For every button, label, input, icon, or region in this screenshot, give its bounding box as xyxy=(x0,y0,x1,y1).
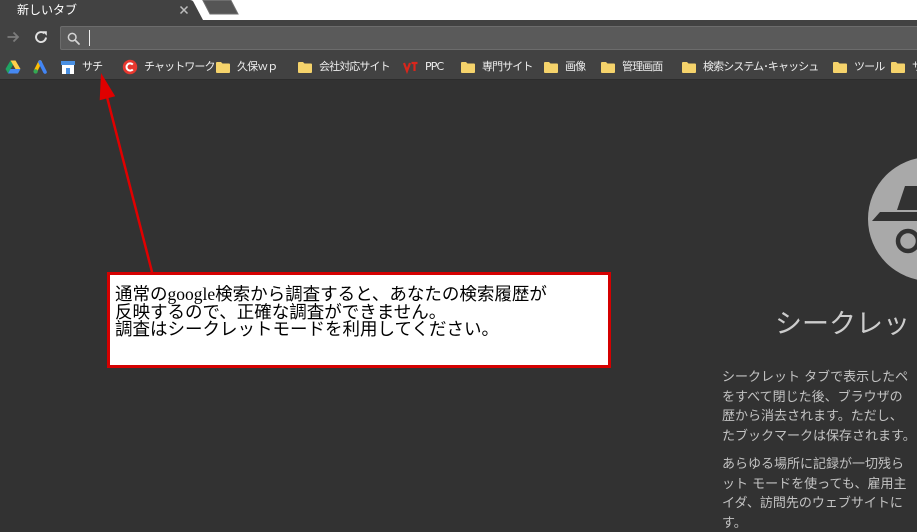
bookmarks-bar: サチ チャットワーク 久保ｗｐ 会社対応サイト PPC 専門サイト 画像 管理画… xyxy=(0,55,917,80)
bookmark-label: ツール xyxy=(854,60,885,73)
bookmark-label: 会社対応サイト xyxy=(319,60,391,73)
bookmark-google-ads[interactable] xyxy=(32,55,48,79)
tab-new-tab[interactable]: 新しいタブ xyxy=(0,0,204,20)
folder-icon xyxy=(601,62,615,73)
bookmark-label: PPC xyxy=(425,60,444,73)
google-ads-icon xyxy=(33,60,47,74)
omnibox-input[interactable] xyxy=(60,26,917,50)
incognito-paragraph: あらゆる場所に記録が一切残ら ット モードを使っても、雇用主 イダ、訪問先のウェ… xyxy=(722,455,917,532)
bookmark-label: サチ xyxy=(82,60,103,73)
bookmark-label: サ xyxy=(912,59,917,75)
bookmark-store[interactable]: サチ xyxy=(60,55,103,79)
toolbar xyxy=(0,20,917,55)
ppc-logo-icon xyxy=(403,61,418,75)
incognito-description: シークレット タブで表示したペ をすべて閉じた後、ブラウザの 歴から消去されます… xyxy=(722,368,917,532)
chatwork-icon xyxy=(122,59,138,75)
bookmark-folder-specialty-sites[interactable]: 専門サイト xyxy=(460,55,533,79)
folder-icon xyxy=(833,62,847,73)
google-drive-icon xyxy=(5,60,21,74)
folder-icon xyxy=(461,62,475,73)
bookmark-google-drive[interactable] xyxy=(5,55,21,79)
reload-icon[interactable] xyxy=(33,29,49,45)
incognito-icon xyxy=(868,158,917,280)
search-icon xyxy=(67,32,80,45)
bookmark-folder-search-system[interactable]: 検索システム･キャッシュ xyxy=(681,55,819,79)
tab-strip: 新しいタブ xyxy=(0,0,917,20)
folder-icon xyxy=(298,62,312,73)
paragraph-line: シークレット タブで表示したペ xyxy=(722,370,909,385)
forward-arrow-icon[interactable] xyxy=(5,29,21,45)
incognito-title: シークレッ xyxy=(775,309,910,340)
paragraph-line: 歴から消去されます。ただし、 xyxy=(722,409,903,424)
text-caret xyxy=(89,30,90,46)
incognito-paragraph: シークレット タブで表示したペ をすべて閉じた後、ブラウザの 歴から消去されます… xyxy=(722,368,917,446)
paragraph-line: をすべて閉じた後、ブラウザの xyxy=(722,389,903,405)
bookmark-folder-admin[interactable]: 管理画面 xyxy=(600,55,663,79)
bookmark-folder-kubo-wp[interactable]: 久保ｗｐ xyxy=(215,55,278,79)
annotation-line: 通常のgoogle検索から調査すると、あなたの検索履歴が xyxy=(115,284,547,304)
folder-icon xyxy=(544,62,558,73)
bookmark-ppc[interactable]: PPC xyxy=(403,55,444,79)
bookmark-label: 検索システム･キャッシュ xyxy=(703,60,819,73)
bookmark-folder-images[interactable]: 画像 xyxy=(543,55,586,79)
paragraph-line: ット モードを使っても、雇用主 xyxy=(722,476,907,492)
annotation-box: 通常のgoogle検索から調査すると、あなたの検索履歴が 反映するので、正確な調… xyxy=(107,272,611,368)
bookmark-label: 専門サイト xyxy=(482,60,533,73)
bookmark-label: 画像 xyxy=(565,60,586,73)
close-icon[interactable] xyxy=(177,3,191,17)
bookmark-label: 久保ｗｐ xyxy=(237,60,278,73)
bookmark-folder-company-sites[interactable]: 会社対応サイト xyxy=(297,55,391,79)
bookmark-label: 管理画面 xyxy=(622,60,663,73)
annotation-line: 調査はシークレットモードを利用してください。 xyxy=(115,319,499,339)
bookmark-folder-tools[interactable]: ツール xyxy=(832,55,885,79)
tab-title: 新しいタブ xyxy=(17,3,78,17)
bookmark-folder-sa[interactable]: サ xyxy=(890,55,917,79)
store-icon xyxy=(61,61,75,74)
paragraph-line: たブックマークは保存されます。 xyxy=(722,428,916,444)
bookmark-chatwork[interactable]: チャットワーク xyxy=(122,55,215,79)
paragraph-line: す。 xyxy=(722,515,747,531)
folder-icon xyxy=(216,62,230,73)
paragraph-line: あらゆる場所に記録が一切残ら xyxy=(722,457,905,472)
browser-window: 新しいタブ サチ チャットワーク 久保ｗｐ 会社対応サイト PPC 専門サイト … xyxy=(0,0,917,532)
bookmark-label: チャットワーク xyxy=(144,60,215,73)
paragraph-line: イダ、訪問先のウェブサイトに xyxy=(722,496,903,511)
new-tab-icon[interactable] xyxy=(200,0,242,16)
folder-icon xyxy=(891,62,905,73)
folder-icon xyxy=(682,62,696,73)
